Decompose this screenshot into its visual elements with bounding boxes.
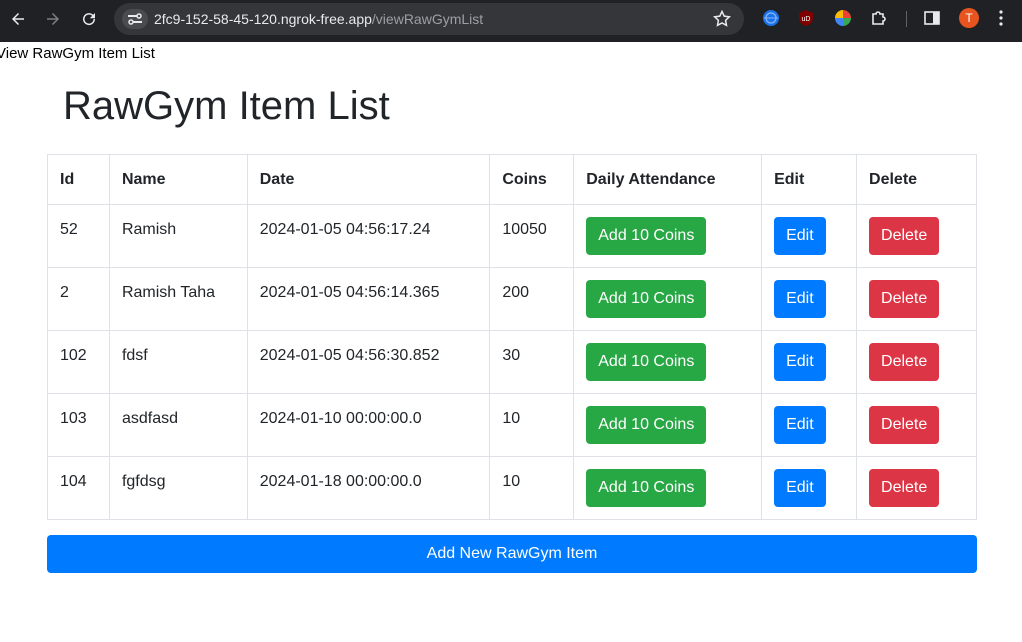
column-header-name: Name (108, 154, 248, 205)
cell-delete: Delete (856, 204, 977, 268)
cell-date: 2024-01-05 04:56:14.365 (246, 267, 491, 331)
edit-button[interactable]: Edit (774, 280, 826, 318)
add-10-coins-button[interactable]: Add 10 Coins (586, 406, 707, 444)
page-title-text: View RawGym Item List (0, 45, 155, 62)
cell-id: 104 (47, 456, 110, 520)
add-10-coins-button[interactable]: Add 10 Coins (586, 217, 707, 255)
cell-edit: Edit (761, 456, 858, 520)
cell-id: 2 (47, 267, 110, 331)
cell-name: asdfasd (108, 393, 248, 457)
cell-date: 2024-01-18 00:00:00.0 (246, 456, 491, 520)
cell-attendance: Add 10 Coins (573, 393, 763, 457)
url-host: 2fc9-152-58-45-120.ngrok-free.app (154, 11, 372, 27)
extensions-puzzle-icon[interactable] (870, 9, 888, 27)
table-row: 103 asdfasd 2024-01-10 00:00:00.0 10 Add… (47, 393, 977, 457)
column-header-date: Date (246, 154, 491, 205)
cell-coins: 10 (489, 456, 575, 520)
cell-attendance: Add 10 Coins (573, 204, 763, 268)
add-new-item-button[interactable]: Add New RawGym Item (47, 535, 977, 573)
cell-delete: Delete (856, 330, 977, 394)
side-panel-icon[interactable] (923, 9, 941, 27)
url-path: /viewRawGymList (371, 11, 484, 27)
ublock-extension-icon[interactable]: uD (797, 9, 815, 27)
table-row: 52 Ramish 2024-01-05 04:56:17.24 10050 A… (47, 204, 977, 268)
cell-attendance: Add 10 Coins (573, 330, 763, 394)
edit-button[interactable]: Edit (774, 469, 826, 507)
column-header-daily-attendance: Daily Attendance (573, 154, 763, 205)
kebab-menu-icon[interactable] (996, 9, 1006, 27)
add-10-coins-button[interactable]: Add 10 Coins (586, 469, 707, 507)
globe-extension-icon[interactable] (762, 9, 780, 27)
cell-name: fdsf (108, 330, 248, 394)
toolbar-divider (906, 11, 907, 27)
profile-avatar[interactable]: T (959, 8, 979, 28)
add-10-coins-button[interactable]: Add 10 Coins (586, 343, 707, 381)
reload-icon[interactable] (76, 6, 102, 32)
cell-name: fgfdsg (108, 456, 248, 520)
column-header-edit: Edit (761, 154, 858, 205)
cell-delete: Delete (856, 393, 977, 457)
url-text[interactable]: 2fc9-152-58-45-120.ngrok-free.app/viewRa… (154, 11, 483, 27)
site-info-icon[interactable] (122, 9, 148, 29)
back-icon[interactable] (5, 6, 31, 32)
rawgym-items-table: Id Name Date Coins Daily Attendance Edit… (47, 154, 977, 520)
browser-toolbar: 2fc9-152-58-45-120.ngrok-free.app/viewRa… (0, 0, 1022, 42)
cell-coins: 200 (489, 267, 575, 331)
delete-button[interactable]: Delete (869, 406, 940, 444)
cell-date: 2024-01-10 00:00:00.0 (246, 393, 491, 457)
add-10-coins-button[interactable]: Add 10 Coins (586, 280, 707, 318)
cell-id: 52 (47, 204, 110, 268)
cell-name: Ramish (108, 204, 248, 268)
table-row: 102 fdsf 2024-01-05 04:56:30.852 30 Add … (47, 330, 977, 394)
cell-coins: 10 (489, 393, 575, 457)
column-header-delete: Delete (856, 154, 977, 205)
delete-button[interactable]: Delete (869, 280, 940, 318)
table-row: 104 fgfdsg 2024-01-18 00:00:00.0 10 Add … (47, 456, 977, 520)
cell-attendance: Add 10 Coins (573, 456, 763, 520)
cell-id: 103 (47, 393, 110, 457)
cell-coins: 10050 (489, 204, 575, 268)
cell-edit: Edit (761, 393, 858, 457)
cell-name: Ramish Taha (108, 267, 248, 331)
cell-edit: Edit (761, 267, 858, 331)
delete-button[interactable]: Delete (869, 343, 940, 381)
column-header-id: Id (47, 154, 110, 205)
address-bar[interactable]: 2fc9-152-58-45-120.ngrok-free.app/viewRa… (114, 3, 744, 35)
delete-button[interactable]: Delete (869, 217, 940, 255)
svg-text:uD: uD (802, 16, 811, 23)
forward-icon[interactable] (40, 6, 66, 32)
table-row: 2 Ramish Taha 2024-01-05 04:56:14.365 20… (47, 267, 977, 331)
cell-delete: Delete (856, 456, 977, 520)
page-heading: RawGym Item List (63, 84, 390, 128)
cell-edit: Edit (761, 204, 858, 268)
cell-id: 102 (47, 330, 110, 394)
cell-delete: Delete (856, 267, 977, 331)
edit-button[interactable]: Edit (774, 343, 826, 381)
bookmark-star-icon[interactable] (712, 9, 732, 29)
cell-attendance: Add 10 Coins (573, 267, 763, 331)
edit-button[interactable]: Edit (774, 217, 826, 255)
column-header-coins: Coins (489, 154, 575, 205)
cell-date: 2024-01-05 04:56:30.852 (246, 330, 491, 394)
cell-coins: 30 (489, 330, 575, 394)
table-header-row: Id Name Date Coins Daily Attendance Edit… (47, 154, 977, 205)
edit-button[interactable]: Edit (774, 406, 826, 444)
cell-date: 2024-01-05 04:56:17.24 (246, 204, 491, 268)
color-picker-extension-icon[interactable] (834, 9, 852, 27)
cell-edit: Edit (761, 330, 858, 394)
delete-button[interactable]: Delete (869, 469, 940, 507)
